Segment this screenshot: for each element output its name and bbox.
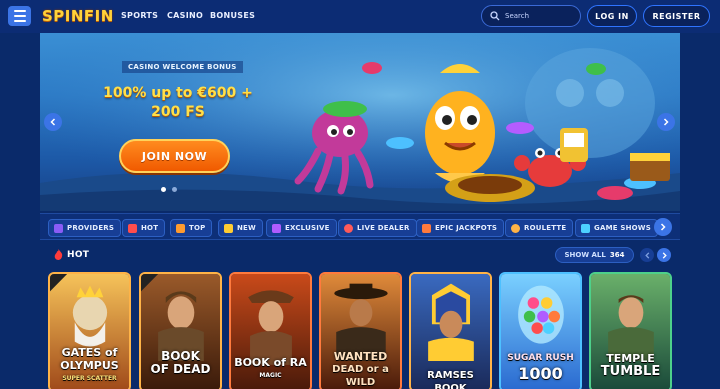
game-card-book-of-ra-magic[interactable]: BOOK of RA MAGIC bbox=[229, 272, 312, 389]
game-title: GATES of OLYMPUS SUPER SCATTER bbox=[50, 346, 129, 385]
game-card-wanted-dead-or-a-wild[interactable]: WANTED DEAD or a WILD bbox=[319, 272, 402, 389]
game-title: BOOK of RA MAGIC bbox=[231, 356, 310, 382]
game-title-line: OLYMPUS bbox=[60, 359, 119, 372]
nav-sports[interactable]: SPORTS bbox=[121, 11, 158, 20]
login-button[interactable]: LOG IN bbox=[587, 5, 637, 27]
category-label: EPIC JACKPOTS bbox=[435, 224, 498, 232]
chip-icon bbox=[344, 223, 353, 233]
hero-artwork bbox=[40, 33, 680, 211]
chevron-left-icon bbox=[50, 118, 56, 126]
lightning-icon bbox=[224, 223, 233, 233]
hero-next-arrow[interactable] bbox=[657, 113, 675, 131]
register-button[interactable]: REGISTER bbox=[643, 5, 710, 27]
show-all-button[interactable]: SHOW ALL 364 bbox=[555, 247, 634, 263]
nav-bonuses[interactable]: BONUSES bbox=[210, 11, 255, 20]
category-label: NEW bbox=[237, 224, 256, 232]
menu-line bbox=[13, 20, 26, 22]
site-logo[interactable]: SPINFIN bbox=[42, 7, 114, 25]
category-exclusive[interactable]: EXCLUSIVE bbox=[266, 219, 337, 237]
chevron-right-icon bbox=[660, 223, 666, 231]
search-icon bbox=[490, 11, 500, 21]
category-label: PROVIDERS bbox=[67, 224, 115, 232]
hot-label: HOT bbox=[67, 249, 90, 260]
category-bar: PROVIDERS HOT TOP NEW EXCLUSIVE LIVE DEA… bbox=[40, 213, 680, 240]
game-subtitle: SUPER SCATTER bbox=[62, 375, 117, 382]
game-title: SUGAR RUSH 1000 bbox=[501, 352, 580, 383]
hero-title: 100% up to €600 + 200 FS bbox=[98, 84, 258, 122]
game-card-ramses-book[interactable]: RAMSES BOOK bbox=[409, 272, 492, 389]
flame-icon bbox=[128, 223, 137, 233]
game-title-line: DEAD or a WILD bbox=[332, 364, 389, 388]
carousel-dots bbox=[161, 187, 177, 192]
hamburger-menu-button[interactable] bbox=[8, 6, 31, 26]
hot-prev-arrow[interactable] bbox=[640, 248, 654, 262]
category-providers[interactable]: PROVIDERS bbox=[48, 219, 122, 237]
menu-line bbox=[13, 10, 26, 12]
menu-line bbox=[13, 15, 26, 17]
game-card-book-of-dead[interactable]: BOOK OF DEAD bbox=[139, 272, 222, 389]
hot-section-title: HOT bbox=[54, 249, 89, 260]
games-count: 364 bbox=[609, 251, 625, 259]
game-subtitle: MAGIC bbox=[259, 372, 282, 379]
category-label: HOT bbox=[141, 224, 159, 232]
top-icon bbox=[176, 223, 185, 233]
roulette-icon bbox=[511, 223, 520, 233]
hero-tag: CASINO WELCOME BONUS bbox=[122, 61, 243, 73]
game-title-line: OF DEAD bbox=[150, 362, 211, 376]
game-title-line: 1000 bbox=[518, 364, 563, 383]
gem-icon bbox=[272, 223, 281, 233]
hero-banner[interactable]: CASINO WELCOME BONUS 100% up to €600 + 2… bbox=[40, 33, 680, 211]
gameshow-icon bbox=[581, 223, 590, 233]
category-epic-jackpots[interactable]: EPIC JACKPOTS bbox=[416, 219, 505, 237]
hero-prev-arrow[interactable] bbox=[44, 113, 62, 131]
category-game-shows[interactable]: GAME SHOWS bbox=[575, 219, 658, 237]
carousel-dot[interactable] bbox=[172, 187, 177, 192]
category-label: LIVE DEALER bbox=[357, 224, 410, 232]
game-card-sugar-rush-1000[interactable]: SUGAR RUSH 1000 bbox=[499, 272, 582, 389]
jackpot-icon bbox=[422, 223, 431, 233]
top-header: SPINFIN SPORTS CASINO BONUSES LOG IN REG… bbox=[0, 0, 720, 33]
game-title-line: BOOK of RA bbox=[234, 356, 307, 369]
game-card-gates-of-olympus[interactable]: GATES of OLYMPUS SUPER SCATTER bbox=[48, 272, 131, 389]
hero-title-line1: 100% up to €600 + bbox=[103, 85, 253, 101]
category-hot[interactable]: HOT bbox=[122, 219, 166, 237]
search-input[interactable] bbox=[505, 12, 575, 20]
category-label: GAME SHOWS bbox=[594, 224, 651, 232]
category-live-dealer[interactable]: LIVE DEALER bbox=[338, 219, 417, 237]
chevron-left-icon bbox=[644, 251, 649, 259]
game-card-temple-tumble[interactable]: TEMPLE TUMBLE bbox=[589, 272, 672, 389]
nav-casino[interactable]: CASINO bbox=[167, 11, 203, 20]
flame-icon bbox=[54, 249, 63, 260]
game-title: WANTED DEAD or a WILD bbox=[321, 350, 400, 389]
game-title: BOOK OF DEAD bbox=[141, 350, 220, 376]
game-title-line: TUMBLE bbox=[600, 364, 661, 379]
game-title: TEMPLE TUMBLE bbox=[591, 352, 670, 378]
category-label: EXCLUSIVE bbox=[285, 224, 330, 232]
game-title-line: RAMSES BOOK bbox=[427, 370, 474, 389]
search-box[interactable] bbox=[481, 5, 581, 27]
game-title-line: WANTED bbox=[333, 350, 388, 363]
category-new[interactable]: NEW bbox=[218, 219, 263, 237]
game-title: RAMSES BOOK bbox=[411, 369, 490, 389]
hot-next-arrow[interactable] bbox=[657, 248, 671, 262]
category-top[interactable]: TOP bbox=[170, 219, 213, 237]
join-now-button[interactable]: JOIN NOW bbox=[119, 139, 230, 173]
category-next-arrow[interactable] bbox=[654, 218, 672, 236]
chevron-right-icon bbox=[662, 251, 667, 259]
hero-title-line2: 200 FS bbox=[151, 104, 205, 120]
providers-icon bbox=[54, 223, 63, 233]
chevron-right-icon bbox=[663, 118, 669, 126]
category-label: ROULETTE bbox=[524, 224, 567, 232]
carousel-dot[interactable] bbox=[161, 187, 166, 192]
game-title-line: GATES of bbox=[61, 346, 118, 359]
category-label: TOP bbox=[189, 224, 206, 232]
category-roulette[interactable]: ROULETTE bbox=[505, 219, 574, 237]
show-all-label: SHOW ALL bbox=[564, 251, 606, 259]
